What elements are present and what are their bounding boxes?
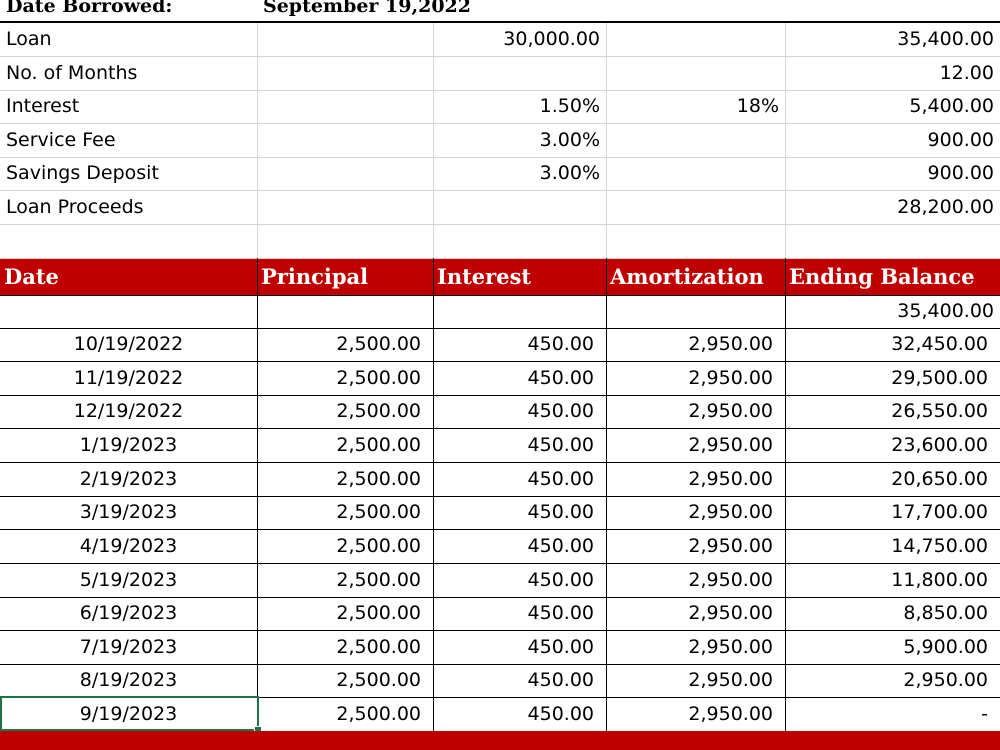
row-principal-cell[interactable]: 2,500.00 bbox=[257, 697, 433, 731]
row-interest-cell[interactable]: 450.00 bbox=[433, 428, 606, 462]
row-interest-cell[interactable]: 450.00 bbox=[433, 529, 606, 563]
summary-rate-cell[interactable]: 3.00% bbox=[433, 123, 606, 157]
summary-label[interactable]: Loan bbox=[0, 22, 257, 56]
row-amortization-cell[interactable]: 2,950.00 bbox=[606, 697, 785, 731]
gridline bbox=[0, 224, 1000, 225]
row-balance-cell[interactable]: 8,850.00 bbox=[785, 597, 1000, 630]
row-date-cell[interactable]: 12/19/2022 bbox=[0, 395, 257, 428]
row-amortization-cell[interactable]: 2,950.00 bbox=[606, 563, 785, 597]
row-amortization-cell[interactable]: 2,950.00 bbox=[606, 428, 785, 462]
row-balance-cell[interactable]: 17,700.00 bbox=[785, 496, 1000, 529]
row-date-cell[interactable]: 6/19/2023 bbox=[0, 597, 257, 630]
summary-amount-cell[interactable]: 900.00 bbox=[785, 123, 1000, 157]
summary-amount-cell[interactable]: 28,200.00 bbox=[785, 190, 1000, 224]
row-date-cell[interactable]: 11/19/2022 bbox=[0, 361, 257, 395]
summary-amount-cell[interactable]: 12.00 bbox=[785, 56, 1000, 90]
header-interest[interactable]: Interest bbox=[433, 258, 606, 295]
date-borrowed-value[interactable]: September 19,2022 bbox=[257, 0, 757, 22]
row-date-cell[interactable]: 2/19/2023 bbox=[0, 462, 257, 496]
summary-amount-cell[interactable]: 900.00 bbox=[785, 157, 1000, 190]
summary-rate-cell[interactable]: 3.00% bbox=[433, 157, 606, 190]
row-interest-cell[interactable]: 450.00 bbox=[433, 697, 606, 731]
row-date-cell[interactable]: 5/19/2023 bbox=[0, 563, 257, 597]
row-amortization-cell[interactable]: 2,950.00 bbox=[606, 496, 785, 529]
footer-band bbox=[0, 731, 1000, 750]
summary-annual-rate-cell[interactable] bbox=[606, 123, 785, 157]
row-principal-cell[interactable]: 2,500.00 bbox=[257, 428, 433, 462]
row-balance-cell[interactable]: 5,900.00 bbox=[785, 630, 1000, 664]
row-date-cell[interactable]: 8/19/2023 bbox=[0, 664, 257, 697]
row-balance-cell[interactable]: 23,600.00 bbox=[785, 428, 1000, 462]
header-principal[interactable]: Principal bbox=[257, 258, 433, 295]
summary-amount-cell[interactable]: 5,400.00 bbox=[785, 90, 1000, 123]
date-borrowed-label[interactable]: Date Borrowed: bbox=[0, 0, 257, 22]
row-amortization-cell[interactable]: 2,950.00 bbox=[606, 597, 785, 630]
summary-label[interactable]: Savings Deposit bbox=[0, 157, 257, 190]
active-cell-selection[interactable] bbox=[0, 696, 259, 731]
summary-rate-cell[interactable] bbox=[433, 190, 606, 224]
summary-annual-rate-cell[interactable] bbox=[606, 157, 785, 190]
row-balance-cell[interactable]: 26,550.00 bbox=[785, 395, 1000, 428]
header-amortization[interactable]: Amortization bbox=[606, 258, 785, 295]
summary-label[interactable]: Loan Proceeds bbox=[0, 190, 257, 224]
header-date[interactable]: Date bbox=[0, 258, 257, 295]
row-amortization-cell[interactable]: 2,950.00 bbox=[606, 395, 785, 428]
row-balance-cell[interactable]: 2,950.00 bbox=[785, 664, 1000, 697]
row-balance-cell[interactable]: - bbox=[785, 697, 1000, 731]
row-amortization-cell[interactable]: 2,950.00 bbox=[606, 328, 785, 361]
row-date-cell[interactable]: 10/19/2022 bbox=[0, 328, 257, 361]
row-amortization-cell[interactable]: 2,950.00 bbox=[606, 462, 785, 496]
row-date-cell[interactable]: 3/19/2023 bbox=[0, 496, 257, 529]
row-interest-cell[interactable]: 450.00 bbox=[433, 361, 606, 395]
row-principal-cell[interactable]: 2,500.00 bbox=[257, 664, 433, 697]
row-interest-cell[interactable]: 450.00 bbox=[433, 630, 606, 664]
row-amortization-cell[interactable]: 2,950.00 bbox=[606, 529, 785, 563]
row-principal-cell[interactable]: 2,500.00 bbox=[257, 563, 433, 597]
summary-amount-cell[interactable]: 35,400.00 bbox=[785, 22, 1000, 56]
row-date-cell[interactable]: 1/19/2023 bbox=[0, 428, 257, 462]
row-balance-cell[interactable]: 32,450.00 bbox=[785, 328, 1000, 361]
summary-annual-rate-cell[interactable]: 18% bbox=[606, 90, 785, 123]
header-ending-balance[interactable]: Ending Balance bbox=[785, 258, 1000, 295]
opening-balance-cell[interactable]: 35,400.00 bbox=[785, 295, 1000, 328]
summary-label[interactable]: Interest bbox=[0, 90, 257, 123]
row-principal-cell[interactable]: 2,500.00 bbox=[257, 328, 433, 361]
summary-annual-rate-cell[interactable] bbox=[606, 190, 785, 224]
row-amortization-cell[interactable]: 2,950.00 bbox=[606, 664, 785, 697]
summary-label[interactable]: No. of Months bbox=[0, 56, 257, 90]
summary-annual-rate-cell[interactable] bbox=[606, 56, 785, 90]
row-interest-cell[interactable]: 450.00 bbox=[433, 664, 606, 697]
row-balance-cell[interactable]: 11,800.00 bbox=[785, 563, 1000, 597]
row-interest-cell[interactable]: 450.00 bbox=[433, 328, 606, 361]
row-interest-cell[interactable]: 450.00 bbox=[433, 597, 606, 630]
row-amortization-cell[interactable]: 2,950.00 bbox=[606, 361, 785, 395]
row-balance-cell[interactable]: 20,650.00 bbox=[785, 462, 1000, 496]
summary-rate-cell[interactable]: 30,000.00 bbox=[433, 22, 606, 56]
row-interest-cell[interactable]: 450.00 bbox=[433, 395, 606, 428]
row-interest-cell[interactable]: 450.00 bbox=[433, 563, 606, 597]
gridline bbox=[257, 22, 258, 258]
summary-rate-cell[interactable] bbox=[433, 56, 606, 90]
row-principal-cell[interactable]: 2,500.00 bbox=[257, 597, 433, 630]
row-interest-cell[interactable]: 450.00 bbox=[433, 496, 606, 529]
spreadsheet-grid: Date Borrowed: September 19,2022 Loan 30,00… bbox=[0, 0, 1000, 750]
row-balance-cell[interactable]: 29,500.00 bbox=[785, 361, 1000, 395]
row-principal-cell[interactable]: 2,500.00 bbox=[257, 361, 433, 395]
row-amortization-cell[interactable]: 2,950.00 bbox=[606, 630, 785, 664]
row-interest-cell[interactable]: 450.00 bbox=[433, 462, 606, 496]
row-principal-cell[interactable]: 2,500.00 bbox=[257, 462, 433, 496]
row-balance-cell[interactable]: 14,750.00 bbox=[785, 529, 1000, 563]
row-date-cell[interactable]: 4/19/2023 bbox=[0, 529, 257, 563]
row-principal-cell[interactable]: 2,500.00 bbox=[257, 395, 433, 428]
summary-label[interactable]: Service Fee bbox=[0, 123, 257, 157]
row-date-cell[interactable]: 7/19/2023 bbox=[0, 630, 257, 664]
row-principal-cell[interactable]: 2,500.00 bbox=[257, 529, 433, 563]
row-principal-cell[interactable]: 2,500.00 bbox=[257, 496, 433, 529]
summary-rate-cell[interactable]: 1.50% bbox=[433, 90, 606, 123]
summary-annual-rate-cell[interactable] bbox=[606, 22, 785, 56]
row-principal-cell[interactable]: 2,500.00 bbox=[257, 630, 433, 664]
